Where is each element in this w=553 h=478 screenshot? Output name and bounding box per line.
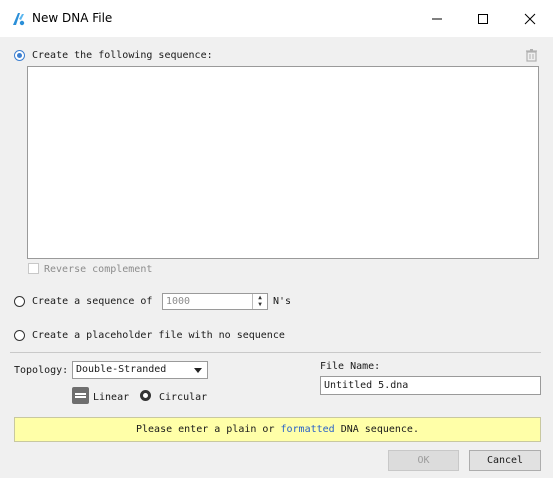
ok-button[interactable]: OK	[388, 450, 459, 471]
cancel-button[interactable]: Cancel	[469, 450, 541, 471]
close-icon	[524, 13, 536, 24]
message-text-before: Please enter a plain or	[136, 424, 281, 435]
linear-toggle-icon[interactable]	[72, 387, 89, 404]
topology-select[interactable]: Double-Stranded	[72, 361, 208, 379]
title-bar: New DNA File	[0, 0, 553, 37]
window-title: New DNA File	[32, 11, 113, 25]
app-logo-icon	[13, 13, 25, 26]
placeholder-radio[interactable]	[14, 330, 25, 341]
reverse-complement-label: Reverse complement	[44, 264, 153, 275]
create-ns-radio[interactable]	[14, 296, 25, 307]
stepper-down-icon[interactable]: ▼	[253, 301, 267, 308]
chevron-down-icon	[194, 368, 202, 373]
placeholder-label: Create a placeholder file with no sequen…	[32, 330, 285, 341]
circular-radio[interactable]	[140, 390, 151, 401]
reverse-complement-checkbox[interactable]	[28, 263, 39, 274]
file-name-label: File Name:	[320, 361, 381, 372]
divider	[10, 352, 541, 353]
topology-value: Double-Stranded	[76, 364, 167, 375]
linear-label: Linear	[93, 392, 130, 403]
create-sequence-label: Create the following sequence:	[32, 50, 213, 61]
topology-label: Topology:	[14, 365, 69, 376]
create-ns-label: Create a sequence of	[32, 296, 153, 307]
status-message: Please enter a plain or formatted DNA se…	[14, 417, 541, 442]
minimize-icon	[432, 18, 442, 19]
file-name-input[interactable]: Untitled 5.dna	[320, 376, 541, 395]
message-text-after: DNA sequence.	[334, 424, 419, 435]
minimize-button[interactable]	[414, 0, 460, 37]
maximize-button[interactable]	[460, 0, 506, 37]
sequence-textarea[interactable]	[27, 66, 539, 259]
ns-count-spinbox[interactable]: 1000 ▲ ▼	[162, 293, 268, 310]
ns-suffix-label: N's	[273, 296, 292, 307]
create-sequence-radio[interactable]	[14, 50, 25, 61]
maximize-icon	[478, 13, 488, 24]
file-name-value: Untitled 5.dna	[324, 380, 409, 391]
stepper-up-icon[interactable]: ▲	[253, 294, 267, 301]
circular-label: Circular	[159, 392, 208, 403]
formatted-link[interactable]: formatted	[281, 424, 335, 435]
ns-count-value: 1000	[166, 296, 191, 307]
ns-count-stepper[interactable]: ▲ ▼	[252, 294, 267, 309]
close-button[interactable]	[507, 0, 553, 37]
trash-icon[interactable]	[525, 48, 538, 62]
